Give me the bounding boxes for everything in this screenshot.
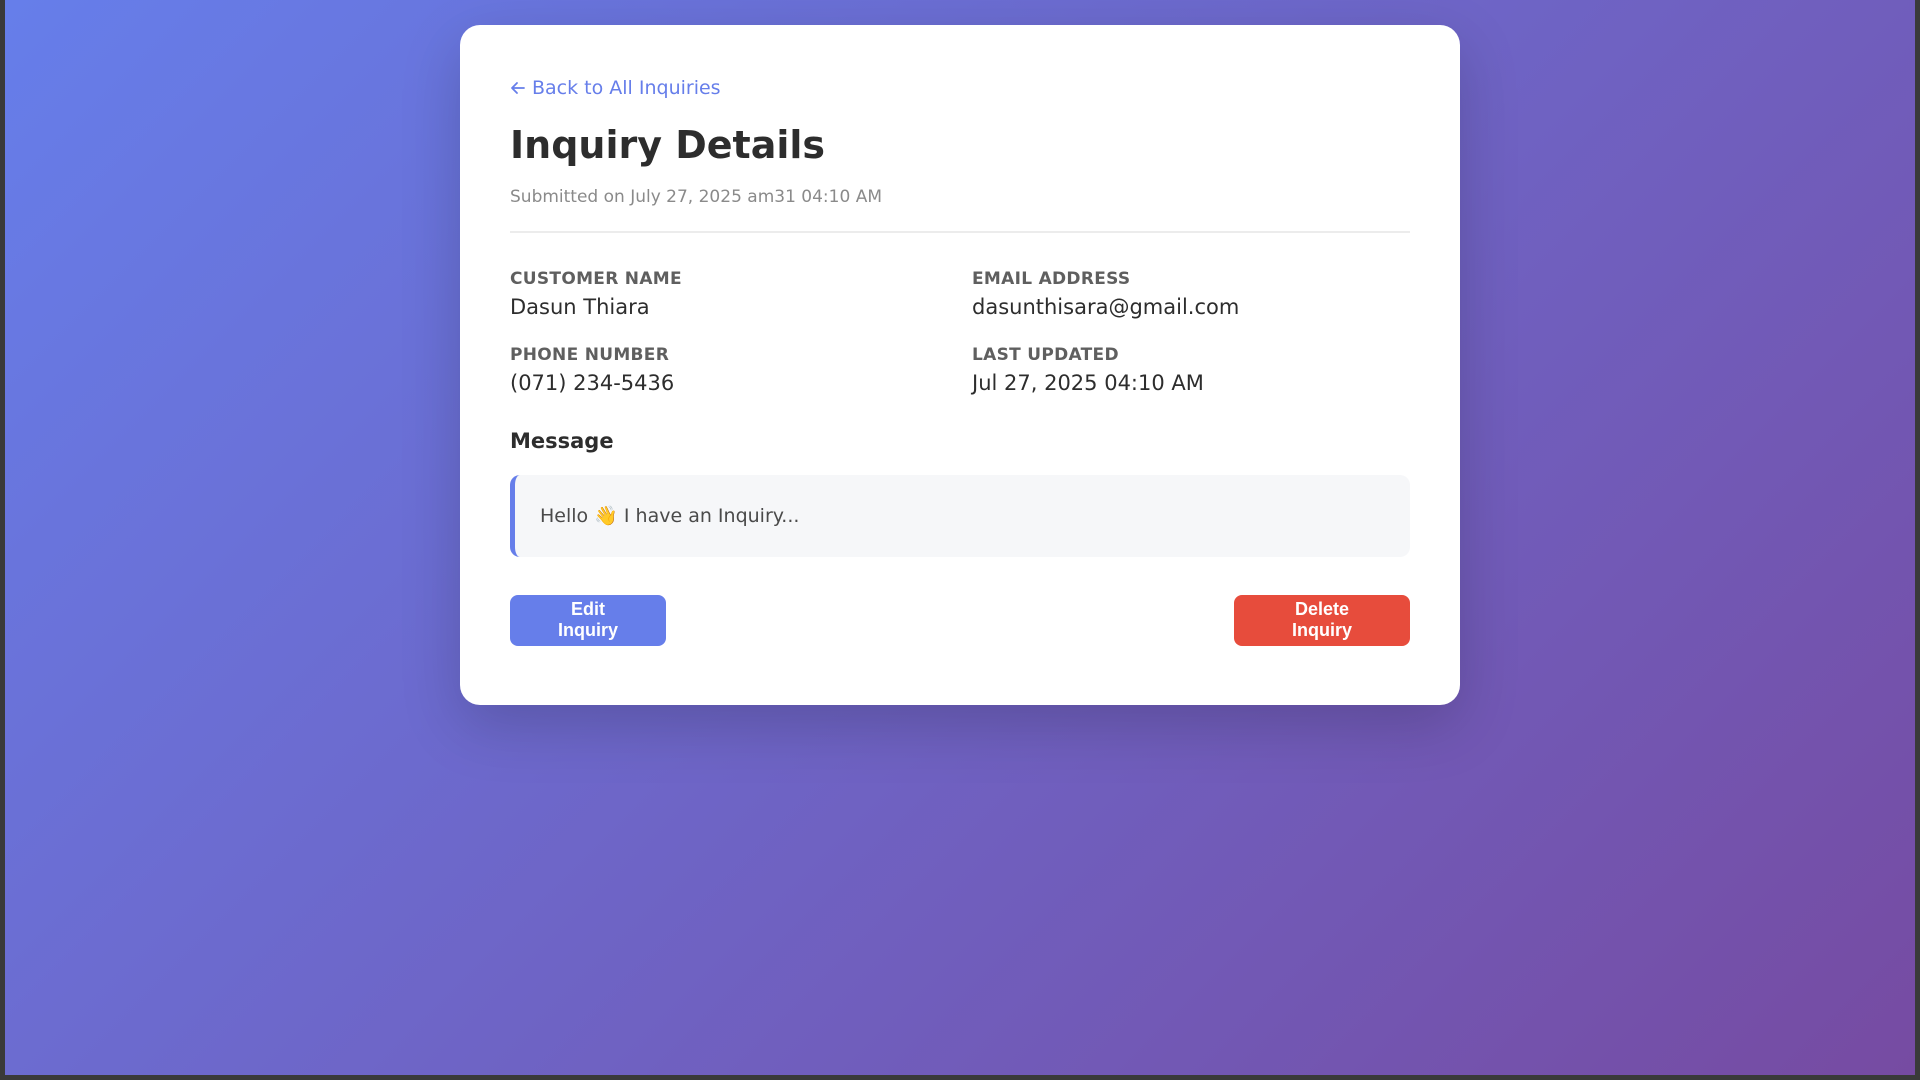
arrow-left-icon [510, 80, 526, 96]
back-to-inquiries-link[interactable]: Back to All Inquiries [510, 75, 721, 101]
phone-field: PHONE NUMBER (071) 234-5436 [510, 345, 972, 395]
phone-value: (071) 234-5436 [510, 370, 675, 395]
email-field: EMAIL ADDRESS dasunthisara@gmail.com [972, 269, 1410, 319]
edit-inquiry-button[interactable]: Edit Inquiry [510, 594, 666, 646]
details-grid: CUSTOMER NAME Dasun Thiara EMAIL ADDRESS… [510, 269, 1410, 395]
customer-name-label: CUSTOMER NAME [510, 268, 682, 289]
last-updated-label: LAST UPDATED [972, 344, 1119, 365]
customer-name-field: CUSTOMER NAME Dasun Thiara [510, 269, 972, 319]
phone-label: PHONE NUMBER [510, 344, 670, 365]
message-heading: Message [510, 428, 614, 453]
email-label: EMAIL ADDRESS [972, 268, 1131, 289]
message-text: Hello 👋 I have an Inquiry... [540, 505, 800, 528]
back-link-label: Back to All Inquiries [532, 77, 721, 99]
page-title: Inquiry Details [510, 123, 826, 167]
last-updated-value: Jul 27, 2025 04:10 AM [972, 370, 1204, 395]
action-bar: Edit Inquiry Delete Inquiry [510, 594, 1410, 646]
inquiry-card: Back to All Inquiries Inquiry Details Su… [460, 25, 1460, 705]
page-background: Back to All Inquiries Inquiry Details Su… [5, 0, 1915, 1075]
email-value: dasunthisara@gmail.com [972, 294, 1240, 319]
submitted-timestamp: Submitted on July 27, 2025 am31 04:10 AM [510, 186, 882, 207]
header-divider [510, 230, 1410, 233]
message-box: Hello 👋 I have an Inquiry... [510, 474, 1410, 557]
customer-name-value: Dasun Thiara [510, 294, 650, 319]
delete-inquiry-button[interactable]: Delete Inquiry [1234, 594, 1410, 646]
last-updated-field: LAST UPDATED Jul 27, 2025 04:10 AM [972, 345, 1410, 395]
